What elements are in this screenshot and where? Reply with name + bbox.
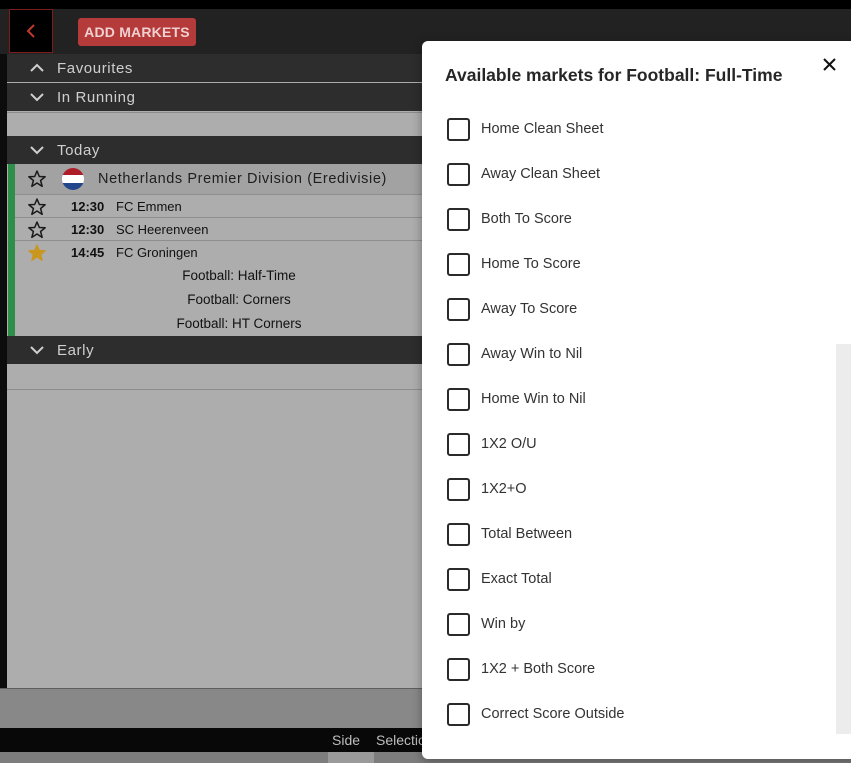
market-option-label: Home Win to Nil [481,391,586,407]
checkbox[interactable] [447,657,470,681]
checkbox[interactable] [447,432,470,456]
top-strip [0,0,851,9]
match-time: 12:30 [71,221,105,237]
checkbox[interactable] [447,567,470,591]
in-play-indicator [8,164,15,336]
checkbox[interactable] [447,297,470,321]
checkbox[interactable] [447,477,470,501]
close-button[interactable] [821,56,838,73]
market-option-label: Away Clean Sheet [481,166,601,182]
sub-market-link[interactable]: Football: HT Corners [15,316,463,331]
available-markets-dialog: Available markets for Football: Full-Tim… [422,41,851,759]
chevron-down-icon [30,146,44,155]
market-option-label: 1X2 O/U [481,436,537,452]
market-option-label: Win by [481,616,526,632]
market-option-label: Away Win to Nil [481,346,583,362]
sub-market-link[interactable]: Football: Half-Time [15,268,463,283]
market-option[interactable]: 1X2+O [447,477,527,501]
competition-name: Netherlands Premier Division (Eredivisie… [98,171,387,187]
market-option[interactable]: 1X2 + Both Score [447,657,595,681]
chevron-up-icon [30,63,44,72]
market-option-label: Home Clean Sheet [481,121,604,137]
market-option-label: Correct Score Outside [481,706,625,722]
star-outline-icon[interactable] [27,197,47,217]
section-title: Early [57,341,95,359]
add-markets-button[interactable]: ADD MARKETS [78,18,196,46]
section-title: Favourites [57,59,134,77]
star-filled-icon[interactable] [27,243,47,263]
checkbox[interactable] [447,117,470,141]
market-option-label: Both To Score [481,211,572,227]
market-option-label: Home To Score [481,256,581,272]
chevron-down-icon [30,346,44,355]
chevron-down-icon [30,93,44,102]
match-team: SC Heerenveen [116,221,209,237]
side-column-label: Side [332,732,361,748]
dialog-title: Available markets for Football: Full-Tim… [445,65,783,85]
market-option[interactable]: Win by [447,612,525,636]
selection-column-label: Selection [376,732,422,748]
checkbox[interactable] [447,702,470,726]
scrollbar[interactable] [836,344,851,734]
back-button[interactable] [9,9,53,53]
market-option[interactable]: Away Win to Nil [447,342,582,366]
match-team: FC Emmen [116,198,182,214]
market-option[interactable]: Away Clean Sheet [447,162,600,186]
market-option-label: Exact Total [481,571,552,587]
checkbox[interactable] [447,522,470,546]
close-icon [823,58,836,71]
market-option[interactable]: Home Clean Sheet [447,117,604,141]
checkbox[interactable] [447,342,470,366]
market-option-label: Total Between [481,526,573,542]
checkbox[interactable] [447,207,470,231]
market-option[interactable]: 1X2 O/U [447,432,537,456]
market-option[interactable]: Home To Score [447,252,581,276]
market-option[interactable]: Correct Score Outside [447,702,624,726]
market-option[interactable]: Exact Total [447,567,552,591]
star-outline-icon[interactable] [27,169,47,189]
match-time: 12:30 [71,198,105,214]
sub-market-link[interactable]: Football: Corners [15,292,463,307]
market-option-label: 1X2 + Both Score [481,661,596,677]
left-edge [0,54,7,688]
section-title: Today [57,141,101,159]
market-option-label: Away To Score [481,301,578,317]
market-option-label: 1X2+O [481,481,527,497]
checkbox[interactable] [447,252,470,276]
market-option[interactable]: Away To Score [447,297,577,321]
checkbox[interactable] [447,162,470,186]
match-team: FC Groningen [116,244,198,260]
checkbox[interactable] [447,612,470,636]
market-option[interactable]: Total Between [447,522,572,546]
market-option[interactable]: Both To Score [447,207,572,231]
netherlands-flag-icon [62,168,84,190]
match-time: 14:45 [71,244,105,260]
chevron-left-icon [26,24,35,38]
star-outline-icon[interactable] [27,220,47,240]
market-option[interactable]: Home Win to Nil [447,387,586,411]
section-title: In Running [57,88,136,106]
checkbox[interactable] [447,387,470,411]
